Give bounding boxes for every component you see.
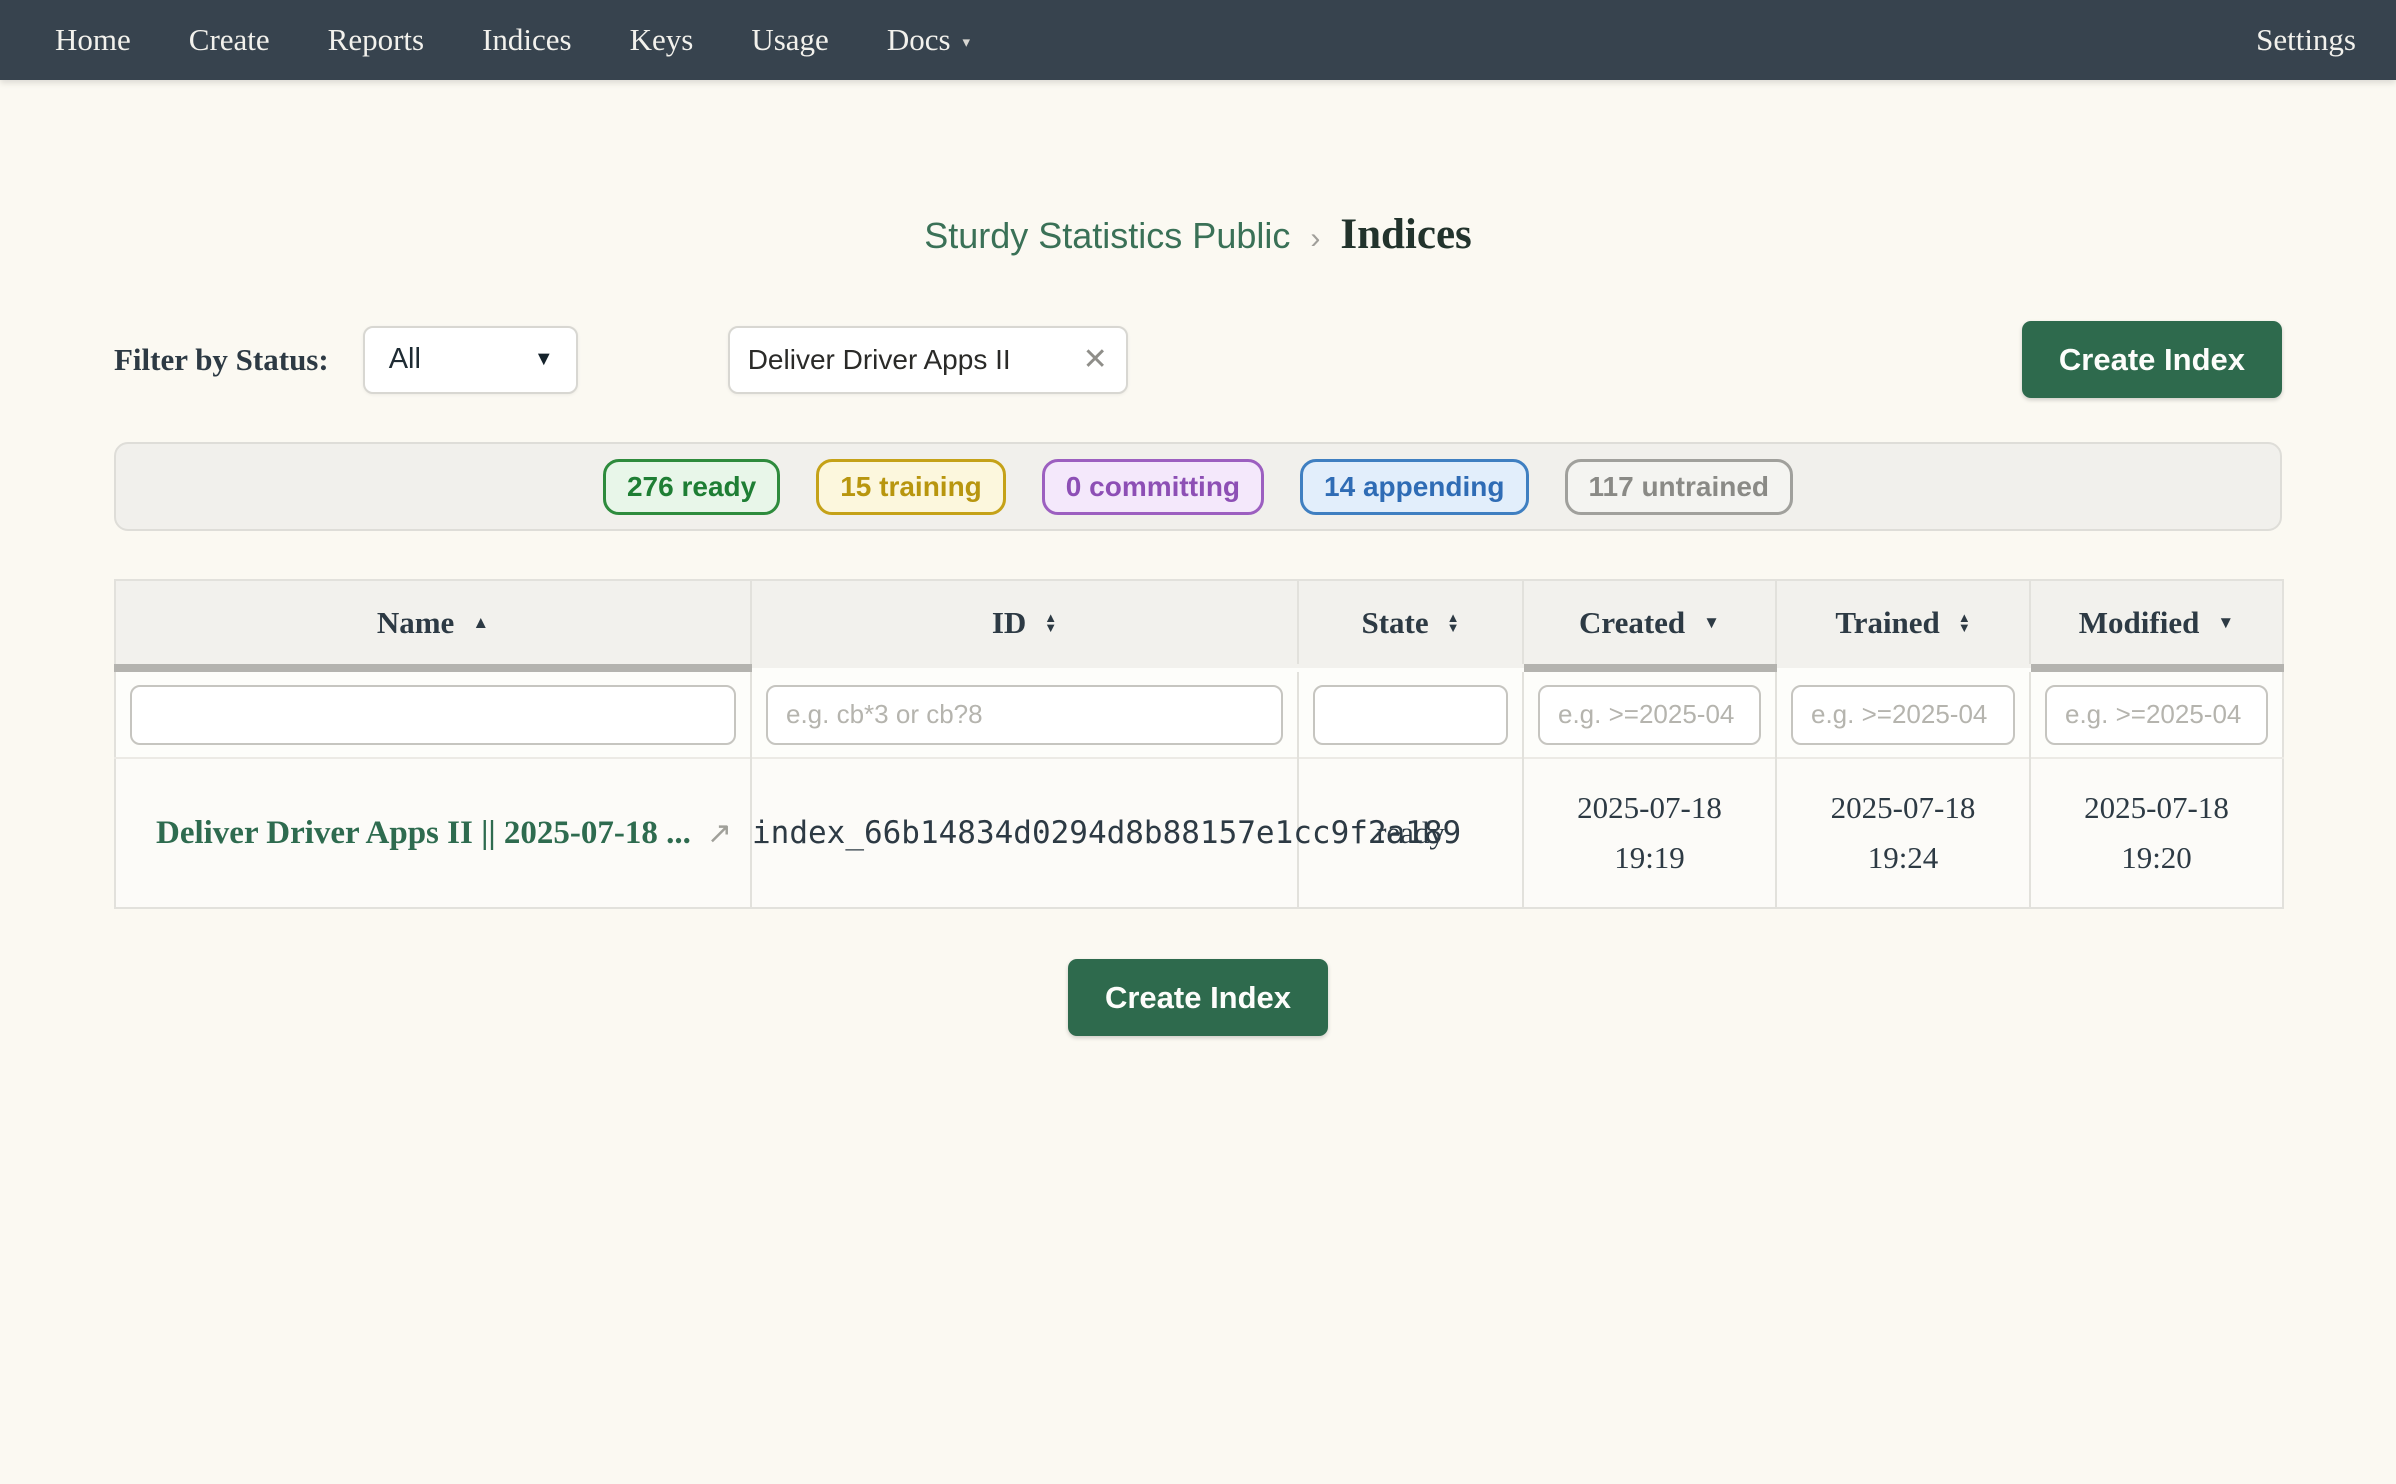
sort-desc-icon: ▼ (2217, 613, 2234, 633)
footer-action-area: Create Index (114, 959, 2282, 1466)
status-summary-panel: 276 ready 15 training 0 committing 14 ap… (114, 442, 2282, 531)
filter-cell-modified (2030, 668, 2283, 758)
sort-toggle-down: ▼ (1447, 623, 1460, 632)
breadcrumb-separator-icon: › (1310, 222, 1320, 256)
status-badge-untrained[interactable]: 117 untrained (1565, 459, 1794, 515)
id-column-filter-input[interactable] (766, 685, 1283, 745)
sort-toggle-icon: ▲ ▼ (1958, 613, 1971, 632)
table-header-row: Name ▲ ID ▲ ▼ State (115, 580, 2283, 668)
chevron-down-icon: ▾ (963, 33, 971, 52)
trained-column-filter-input[interactable] (1791, 685, 2015, 745)
table-filter-row (115, 668, 2283, 758)
status-badge-training[interactable]: 15 training (816, 459, 1006, 515)
column-header-id[interactable]: ID ▲ ▼ (751, 580, 1298, 668)
column-header-modified[interactable]: Modified ▼ (2030, 580, 2283, 668)
status-filter-selected-value: All (389, 343, 421, 376)
nav-item-home[interactable]: Home (55, 22, 131, 58)
filter-cell-state (1298, 668, 1523, 758)
external-link-icon[interactable]: ↗ (707, 817, 732, 850)
sort-toggle-down: ▼ (1044, 623, 1057, 632)
column-header-created[interactable]: Created ▼ (1523, 580, 1776, 668)
nav-item-create[interactable]: Create (189, 22, 270, 58)
column-header-trained[interactable]: Trained ▲ ▼ (1776, 580, 2030, 668)
page-title: Indices (1340, 210, 1471, 259)
row-cell-id: index_66b14834d0294d8b88157e1cc9f2a189 (751, 758, 1298, 908)
column-header-modified-label: Modified (2079, 605, 2200, 641)
create-index-button-top[interactable]: Create Index (2022, 321, 2282, 398)
row-cell-trained: 2025-07-18 19:24 (1776, 758, 2030, 908)
table-row: Deliver Driver Apps II || 2025-07-18 ...… (115, 758, 2283, 908)
status-filter-select[interactable]: All ▼ (363, 326, 578, 394)
sort-toggle-down: ▼ (1958, 623, 1971, 632)
sort-asc-icon: ▲ (472, 613, 489, 633)
status-badge-appending[interactable]: 14 appending (1300, 459, 1528, 515)
column-header-id-label: ID (992, 605, 1026, 641)
clear-search-icon[interactable]: ✕ (1083, 342, 1108, 377)
name-search-input[interactable] (734, 344, 1083, 376)
top-nav: Home Create Reports Indices Keys Usage D… (0, 0, 2396, 80)
column-header-name[interactable]: Name ▲ (115, 580, 751, 668)
column-header-created-label: Created (1579, 605, 1685, 641)
sort-toggle-icon: ▲ ▼ (1044, 613, 1057, 632)
column-header-state[interactable]: State ▲ ▼ (1298, 580, 1523, 668)
name-column-filter-input[interactable] (130, 685, 736, 745)
state-column-filter-input[interactable] (1313, 685, 1508, 745)
main-content: Filter by Status: All ▼ ✕ Create Index 2… (114, 321, 2282, 1466)
column-header-state-label: State (1361, 605, 1428, 641)
column-header-name-label: Name (377, 605, 454, 641)
nav-item-indices[interactable]: Indices (482, 22, 572, 58)
nav-item-docs-label: Docs (887, 22, 951, 58)
row-cell-name: Deliver Driver Apps II || 2025-07-18 ...… (115, 758, 751, 908)
sort-toggle-icon: ▲ ▼ (1447, 613, 1460, 632)
row-cell-modified: 2025-07-18 19:20 (2030, 758, 2283, 908)
index-name-link[interactable]: Deliver Driver Apps II || 2025-07-18 ... (156, 815, 691, 851)
created-timestamp: 2025-07-18 19:19 (1562, 783, 1737, 882)
select-caret-icon: ▼ (534, 348, 554, 371)
modified-column-filter-input[interactable] (2045, 685, 2268, 745)
modified-timestamp: 2025-07-18 19:20 (2069, 783, 2244, 882)
toolbar: Filter by Status: All ▼ ✕ Create Index (114, 321, 2282, 398)
nav-item-reports[interactable]: Reports (328, 22, 424, 58)
name-search-box: ✕ (728, 326, 1128, 394)
status-badge-ready[interactable]: 276 ready (603, 459, 780, 515)
trained-timestamp: 2025-07-18 19:24 (1816, 783, 1991, 882)
filter-cell-trained (1776, 668, 2030, 758)
nav-item-settings[interactable]: Settings (2256, 22, 2356, 58)
filter-cell-name (115, 668, 751, 758)
sort-desc-icon: ▼ (1703, 613, 1720, 633)
breadcrumb-parent-link[interactable]: Sturdy Statistics Public (924, 215, 1290, 257)
filter-cell-id (751, 668, 1298, 758)
filter-cell-created (1523, 668, 1776, 758)
breadcrumb: Sturdy Statistics Public › Indices (0, 210, 2396, 259)
created-column-filter-input[interactable] (1538, 685, 1761, 745)
column-header-trained-label: Trained (1835, 605, 1940, 641)
status-badge-committing[interactable]: 0 committing (1042, 459, 1264, 515)
status-filter-label: Filter by Status: (114, 342, 329, 378)
nav-item-keys[interactable]: Keys (630, 22, 694, 58)
nav-item-usage[interactable]: Usage (751, 22, 828, 58)
row-cell-created: 2025-07-18 19:19 (1523, 758, 1776, 908)
indices-table: Name ▲ ID ▲ ▼ State (114, 579, 2284, 909)
nav-item-docs[interactable]: Docs ▾ (887, 22, 970, 58)
create-index-button-bottom[interactable]: Create Index (1068, 959, 1328, 1036)
